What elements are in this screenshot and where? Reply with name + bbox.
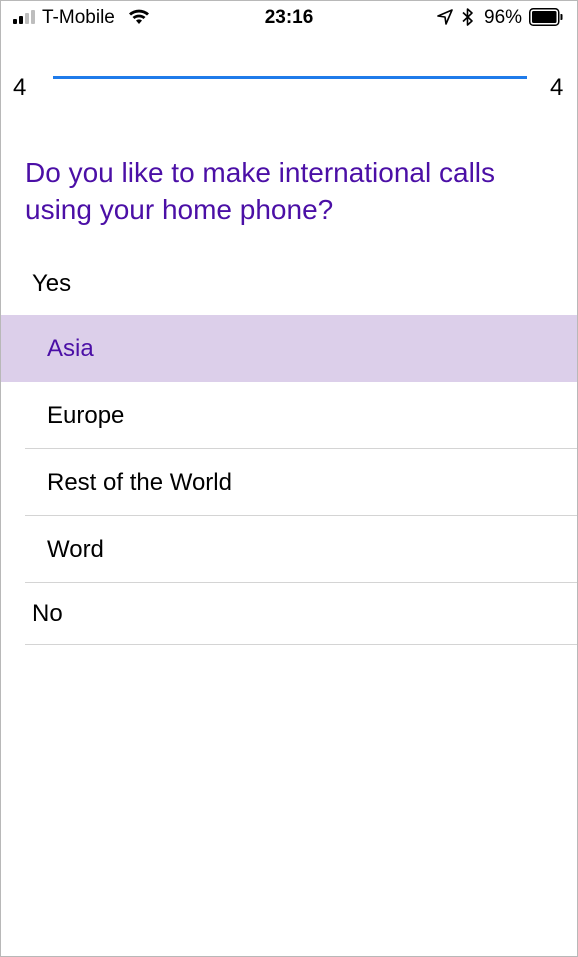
divider xyxy=(25,644,577,645)
option-label: Yes xyxy=(32,270,72,297)
app-screen: T-Mobile 23:16 96% 4 4 Do you like to ma… xyxy=(0,0,578,957)
bluetooth-icon xyxy=(462,8,473,26)
status-bar: T-Mobile 23:16 96% xyxy=(1,1,577,35)
battery-percent: 96% xyxy=(484,7,523,28)
progress-total: 4 xyxy=(550,74,564,101)
option-no[interactable]: No xyxy=(1,583,577,645)
option-label: Word xyxy=(47,535,104,563)
option-label: Asia xyxy=(47,334,94,362)
option-yes[interactable]: Yes xyxy=(1,253,577,315)
option-label: Europe xyxy=(47,401,125,429)
option-label: No xyxy=(32,600,63,627)
option-asia[interactable]: Asia xyxy=(1,315,577,382)
progress-current: 4 xyxy=(13,74,27,101)
option-europe[interactable]: Europe xyxy=(1,382,577,449)
question-title: Do you like to make international calls … xyxy=(25,157,496,225)
option-label: Rest of the World xyxy=(47,468,232,496)
progress-bar xyxy=(53,76,527,79)
option-word[interactable]: Word xyxy=(1,516,577,583)
location-icon xyxy=(437,9,453,25)
progress-bar-fill xyxy=(53,76,527,79)
battery-icon xyxy=(529,8,563,26)
answer-list: Yes Asia Europe Rest of the World Word N… xyxy=(1,253,577,645)
option-rest-of-the-world[interactable]: Rest of the World xyxy=(1,449,577,516)
